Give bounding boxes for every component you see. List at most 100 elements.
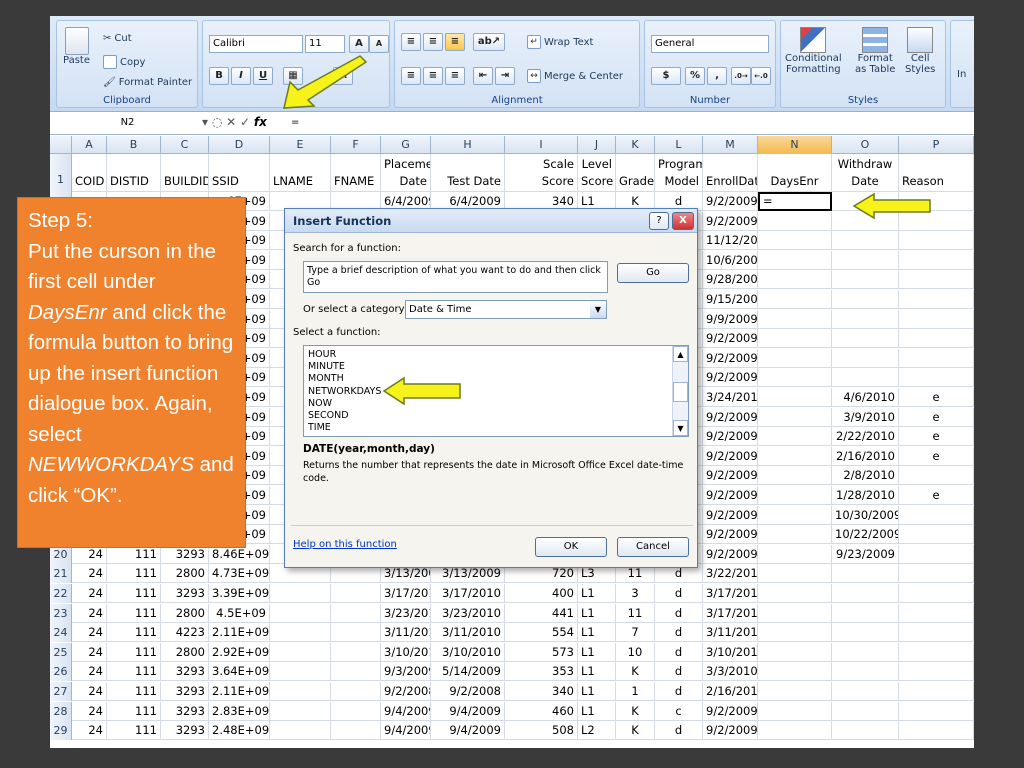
cell-p[interactable] xyxy=(899,368,974,388)
cell-h[interactable]: 3/23/2010 xyxy=(431,603,505,623)
cell-styles-button[interactable]: Cell Styles xyxy=(905,27,935,75)
cell-m[interactable]: 10/6/2009 xyxy=(703,250,758,270)
cancel-button[interactable]: Cancel xyxy=(617,537,689,557)
function-item[interactable]: MONTH xyxy=(308,373,684,385)
cell-e[interactable] xyxy=(270,662,331,682)
cell-b[interactable]: 111 xyxy=(107,603,161,623)
copy-button[interactable]: Copy xyxy=(103,55,145,69)
cell-o[interactable]: 1/28/2010 xyxy=(832,486,899,505)
header-cell[interactable]: Withdraw Date xyxy=(832,154,899,192)
cell-g[interactable]: 9/4/2009 xyxy=(381,721,431,741)
cell-n[interactable] xyxy=(758,701,832,721)
cell-j[interactable]: L1 xyxy=(578,623,616,643)
scroll-thumb[interactable] xyxy=(673,382,688,402)
percent-button[interactable]: % xyxy=(685,67,705,85)
cell-a[interactable]: 24 xyxy=(72,682,107,701)
cell-m[interactable]: 3/17/2010 xyxy=(703,603,758,623)
cell-o[interactable] xyxy=(832,270,899,290)
italic-button[interactable]: I xyxy=(231,67,251,85)
cell-n[interactable] xyxy=(758,446,832,466)
column-header-d[interactable]: D xyxy=(209,136,270,154)
cell-h[interactable]: 9/4/2009 xyxy=(431,701,505,721)
header-cell[interactable]: Test Date xyxy=(431,154,505,192)
cell-e[interactable] xyxy=(270,682,331,701)
insert-button[interactable]: In xyxy=(957,69,966,80)
cell-p[interactable] xyxy=(899,231,974,251)
cell-i[interactable]: 340 xyxy=(505,682,578,701)
cell-m[interactable]: 9/2/2009 xyxy=(703,486,758,505)
cell-p[interactable] xyxy=(899,603,974,623)
cell-n[interactable] xyxy=(758,486,832,505)
cell-k[interactable]: 1 xyxy=(616,682,655,701)
cell-a[interactable]: 24 xyxy=(72,721,107,741)
cell-n[interactable] xyxy=(758,407,832,427)
function-item[interactable]: SECOND xyxy=(308,410,684,422)
row-number[interactable]: 22 xyxy=(50,584,72,603)
cell-j[interactable]: L2 xyxy=(578,721,616,741)
row-number[interactable]: 25 xyxy=(50,642,72,662)
cell-n[interactable] xyxy=(758,623,832,643)
category-select[interactable]: Date & Time ▼ xyxy=(405,300,607,319)
align-left-button[interactable]: ≡ xyxy=(401,67,421,85)
cell-a[interactable]: 24 xyxy=(72,603,107,623)
cell-g[interactable]: 9/2/2008 xyxy=(381,682,431,701)
cell-k[interactable]: 3 xyxy=(616,584,655,603)
cell-m[interactable]: 9/2/2009 xyxy=(703,348,758,368)
cell-n[interactable] xyxy=(758,721,832,741)
cell-p[interactable] xyxy=(899,290,974,309)
decrease-decimal-button[interactable]: ←.0 xyxy=(751,67,771,85)
increase-decimal-button[interactable]: .0→ xyxy=(731,67,751,85)
row-number[interactable]: 1 xyxy=(50,154,72,192)
cell-o[interactable] xyxy=(832,564,899,584)
cell-f[interactable] xyxy=(331,603,381,623)
conditional-formatting-button[interactable]: Conditional Formatting xyxy=(785,27,842,75)
comma-button[interactable]: , xyxy=(707,67,727,85)
cell-n[interactable]: = xyxy=(758,192,832,211)
cell-h[interactable]: 9/4/2009 xyxy=(431,721,505,741)
header-cell[interactable]: DISTID xyxy=(107,154,161,192)
cell-j[interactable]: L1 xyxy=(578,584,616,603)
currency-button[interactable]: $ xyxy=(651,67,681,85)
cell-b[interactable]: 111 xyxy=(107,564,161,584)
cell-a[interactable]: 24 xyxy=(72,564,107,584)
cell-m[interactable]: 9/2/2009 xyxy=(703,525,758,545)
grow-font-button[interactable]: A xyxy=(349,35,369,53)
cell-m[interactable]: 9/2/2009 xyxy=(703,368,758,388)
help-button[interactable]: ? xyxy=(649,212,669,230)
cell-k[interactable]: 11 xyxy=(616,603,655,623)
column-header-i[interactable]: I xyxy=(505,136,578,154)
cell-e[interactable] xyxy=(270,603,331,623)
cell-c[interactable]: 2800 xyxy=(161,564,209,584)
cell-n[interactable] xyxy=(758,584,832,603)
header-cell[interactable]: COID xyxy=(72,154,107,192)
cell-m[interactable]: 9/2/2009 xyxy=(703,505,758,525)
cell-n[interactable] xyxy=(758,466,832,486)
header-cell[interactable]: Placement Date xyxy=(381,154,431,192)
row-number[interactable]: 21 xyxy=(50,564,72,584)
cell-m[interactable]: 9/2/2009 xyxy=(703,701,758,721)
cell-n[interactable] xyxy=(758,525,832,545)
cell-p[interactable] xyxy=(899,642,974,662)
cell-p[interactable] xyxy=(899,525,974,545)
cell-g[interactable]: 3/10/2010 xyxy=(381,642,431,662)
cell-a[interactable]: 24 xyxy=(72,623,107,643)
row-number[interactable]: 29 xyxy=(50,721,72,741)
column-header-k[interactable]: K xyxy=(616,136,655,154)
cell-m[interactable]: 9/2/2009 xyxy=(703,544,758,564)
cell-j[interactable]: L1 xyxy=(578,662,616,682)
function-item[interactable]: MINUTE xyxy=(308,361,684,373)
cell-l[interactable]: d xyxy=(655,603,703,623)
cell-i[interactable]: 573 xyxy=(505,642,578,662)
cell-h[interactable]: 3/11/2010 xyxy=(431,623,505,643)
cell-p[interactable] xyxy=(899,309,974,329)
cell-g[interactable]: 3/11/2010 xyxy=(381,623,431,643)
help-link[interactable]: Help on this function xyxy=(293,539,397,550)
cell-p[interactable] xyxy=(899,721,974,741)
function-item[interactable]: NOW xyxy=(308,398,684,410)
cell-e[interactable] xyxy=(270,701,331,721)
header-cell[interactable]: Scale Score xyxy=(505,154,578,192)
cell-f[interactable] xyxy=(331,662,381,682)
cell-n[interactable] xyxy=(758,250,832,270)
cell-d[interactable]: 4.73E+09 xyxy=(209,564,270,584)
column-header-f[interactable]: F xyxy=(331,136,381,154)
